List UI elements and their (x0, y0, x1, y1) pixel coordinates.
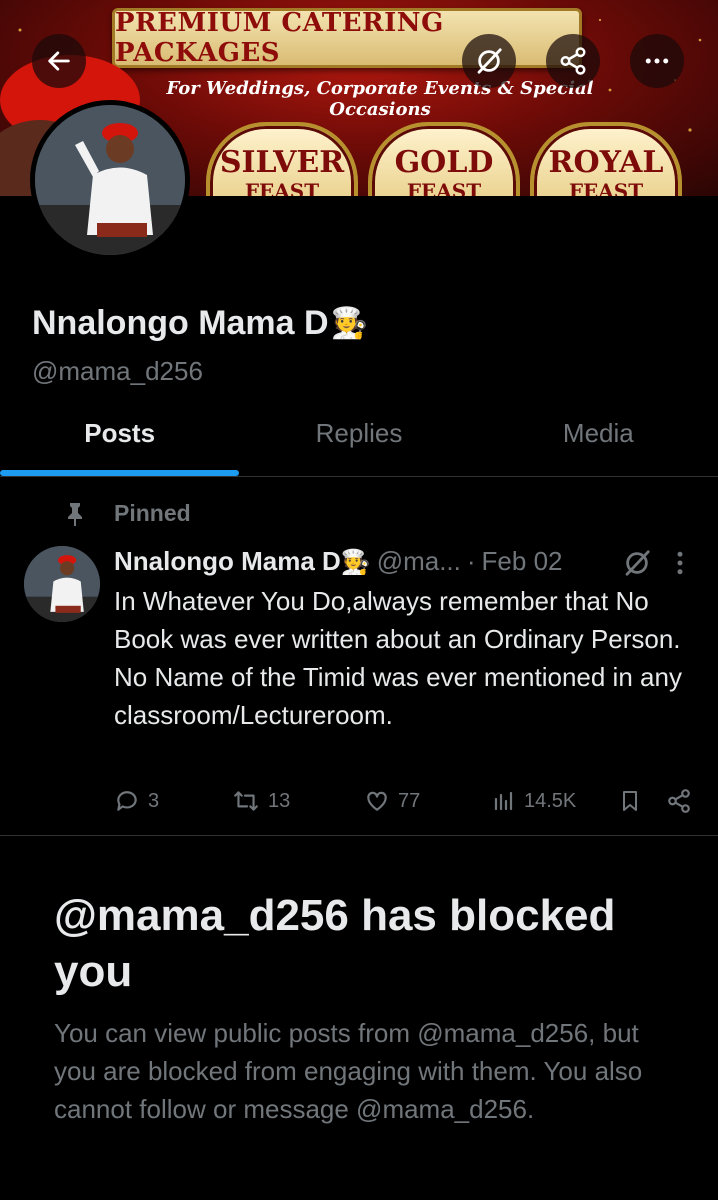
repost-button[interactable]: 13 (232, 788, 290, 814)
pinned-label: Pinned (114, 500, 191, 526)
package-silver: SILVER FEAST (206, 122, 358, 196)
reply-count: 3 (148, 789, 160, 812)
package-name: SILVER (219, 145, 345, 180)
grok-icon (477, 48, 502, 74)
chef-emoji: 🧑‍🍳 (340, 547, 371, 576)
views-button[interactable]: 14.5K (492, 788, 576, 814)
post-author-name[interactable]: Nnalongo Mama D (114, 546, 341, 577)
post-text-line: No Name of the Timid was ever mentioned … (114, 662, 682, 730)
share-button[interactable] (546, 34, 600, 88)
post-author-handle[interactable]: @ma... (377, 546, 461, 577)
post-more-button[interactable] (670, 548, 690, 578)
blocked-title: @mama_d256 has blocked you (54, 891, 616, 996)
profile-tabs: Posts Replies Media (0, 400, 718, 477)
display-name-text: Nnalongo Mama D (32, 304, 329, 342)
tab-replies[interactable]: Replies (239, 400, 478, 476)
reply-button[interactable]: 3 (114, 788, 159, 814)
banner-subtitle: For Weddings, Corporate Events & Special… (166, 78, 594, 120)
profile-avatar[interactable] (30, 100, 190, 260)
share-icon (560, 47, 586, 75)
pinned-indicator: Pinned (64, 500, 191, 527)
chef-photo (35, 105, 185, 255)
post-actions: 3 13 77 14.5K (114, 788, 704, 824)
analytics-icon (494, 791, 513, 811)
tab-media[interactable]: Media (479, 400, 718, 476)
package-gold: GOLD FEAST (368, 122, 520, 196)
package-suffix: FEAST (568, 179, 644, 196)
package-royal: ROYAL FEAST (530, 122, 682, 196)
post-text-line: In Whatever You Do,always remember that … (114, 586, 681, 654)
post-author-avatar[interactable] (24, 546, 100, 622)
repost-count: 13 (268, 789, 291, 812)
package-suffix: FEAST (406, 179, 482, 196)
back-button[interactable] (32, 34, 86, 88)
more-button[interactable] (630, 34, 684, 88)
more-vertical-icon (677, 551, 683, 575)
repost-icon (234, 791, 258, 811)
like-button[interactable]: 77 (364, 788, 420, 814)
package-name: GOLD (394, 145, 494, 180)
post-header: Nnalongo Mama D 🧑‍🍳 @ma... · Feb 02 (114, 546, 563, 577)
chef-emoji: 🧑‍🍳 (330, 307, 368, 340)
profile-display-name: Nnalongo Mama D 🧑‍🍳 (32, 304, 368, 343)
package-suffix: FEAST (244, 179, 320, 196)
package-name: ROYAL (548, 145, 664, 180)
tab-posts[interactable]: Posts (0, 400, 240, 476)
bookmark-button[interactable] (618, 788, 642, 814)
chef-photo (24, 546, 100, 622)
like-count: 77 (398, 789, 421, 812)
profile-handle: @mama_d256 (32, 356, 203, 386)
share-icon (668, 789, 690, 813)
section-divider (0, 835, 718, 836)
more-horizontal-icon (645, 58, 669, 64)
view-count: 14.5K (524, 789, 577, 812)
post-grok-button[interactable] (622, 548, 652, 578)
grok-button[interactable] (462, 34, 516, 88)
post-text[interactable]: In Whatever You Do,always remember that … (114, 582, 704, 734)
pin-icon (68, 502, 82, 526)
reply-icon (117, 791, 137, 811)
post-date[interactable]: Feb 02 (482, 546, 563, 577)
blocked-description: You can view public posts from @mama_d25… (54, 1018, 643, 1124)
post-share-button[interactable] (666, 788, 692, 814)
heart-icon (367, 791, 387, 811)
bookmark-icon (623, 791, 637, 811)
grok-icon (625, 550, 650, 576)
post-separator: · (466, 546, 476, 576)
banner-packages: SILVER FEAST GOLD FEAST ROYAL FEAST (206, 122, 682, 196)
arrow-left-icon (48, 51, 70, 71)
